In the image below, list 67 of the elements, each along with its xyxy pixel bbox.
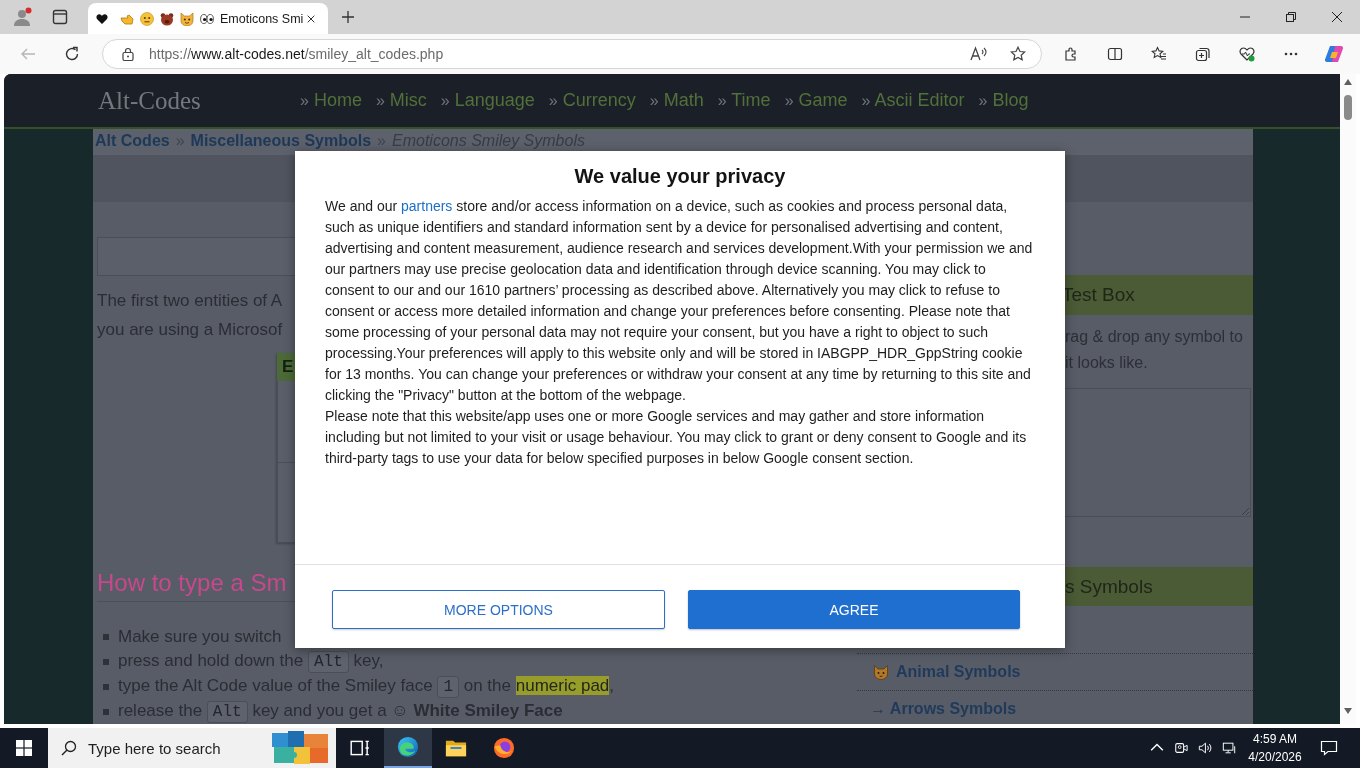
nav-link[interactable]: » Language xyxy=(440,90,535,111)
site-logo[interactable]: Alt-Codes xyxy=(98,86,201,115)
taskbar-app[interactable] xyxy=(384,728,432,768)
puzzle-pieces-icon xyxy=(270,730,330,766)
browser-icon xyxy=(493,737,515,759)
more-options-button[interactable]: MORE OPTIONS xyxy=(332,590,665,629)
highlighted-link[interactable]: numeric pad xyxy=(515,676,610,695)
scroll-down-icon[interactable] xyxy=(1344,708,1352,714)
new-tab-icon[interactable] xyxy=(341,10,355,24)
eyes-icon xyxy=(200,11,214,26)
partners-link[interactable]: partners xyxy=(401,198,453,214)
nav-link[interactable]: » Blog xyxy=(978,90,1029,111)
heart-icon xyxy=(96,12,108,25)
consent-paragraph: We and our partners store and/or access information on a device, such as cookies and process personal data, such as unique identifiers and standard information sent by a device for personalised advertising and content, advertising and content measurement, audience research and services development.With your permission we and our partners may use precise geolocation data and identification through device scanning. You may click to consent to our and our 1610 partners’ processing as described above. Alternatively you may click to refuse to consent or access more detailed information and change your preferences before consenting. Please note that some processing of your personal data may not require your consent, but you have a right to object to such processing.Your preferences will apply to this website only and will be stored in IABGPP_HDR_GppString cookie for 13 months. You can change your preferences or withdraw your consent at any time by returning to this site and clicking the "Privacy" button at the bottom of the webpage. xyxy=(325,197,1034,405)
bullet-icon xyxy=(103,708,109,715)
address-field[interactable]: https://www.alt-codes.net/smiley_alt_codes.php xyxy=(102,39,1042,69)
nav-link[interactable]: » Time xyxy=(717,90,771,111)
favorites-icon[interactable] xyxy=(1151,46,1167,62)
nav-link[interactable]: » Home xyxy=(300,90,362,111)
agree-button[interactable]: AGREE xyxy=(688,590,1020,629)
restore-icon xyxy=(1286,12,1296,22)
bullet-icon xyxy=(103,683,109,690)
close-icon xyxy=(1332,12,1342,22)
lock-icon[interactable] xyxy=(122,47,134,61)
breadcrumb-link[interactable]: Miscellaneous Symbols xyxy=(190,132,372,149)
breadcrumb-separator: » xyxy=(175,132,185,149)
section-heading: How to type a Sm xyxy=(97,568,287,598)
puzzle-piece-icon[interactable] xyxy=(1063,46,1079,62)
bullet-icon xyxy=(103,633,109,640)
nav-link[interactable]: » Misc xyxy=(375,90,427,111)
refresh-icon[interactable] xyxy=(64,46,80,62)
window-icon[interactable] xyxy=(52,9,68,25)
assistant-logo-icon[interactable] xyxy=(1324,44,1344,64)
cat-face-icon xyxy=(873,664,889,680)
bullet-icon xyxy=(103,658,109,665)
scroll-up-icon[interactable] xyxy=(1344,79,1352,85)
browser-tab[interactable]: Emoticons Smi xyxy=(88,3,328,34)
breadcrumb-link[interactable]: Alt Codes xyxy=(95,132,170,149)
notification-icon[interactable] xyxy=(1320,739,1338,757)
collections-icon[interactable] xyxy=(1195,46,1211,62)
camera-icon[interactable] xyxy=(1174,741,1188,755)
clock-button[interactable]: 4:59 AM 4/20/2026 xyxy=(1244,728,1306,768)
breadcrumb-separator: » xyxy=(377,132,386,149)
browser-icon xyxy=(397,736,419,758)
close-icon[interactable] xyxy=(306,13,316,24)
four-squares-icon[interactable] xyxy=(16,740,32,756)
split-screen-icon[interactable] xyxy=(1107,46,1123,62)
consent-paragraph: Please note that this website/app uses one or more Google services and may gather and store information including but not limited to your visit or usage behaviour. You may click to grant or deny consent to Google and its third-party tags to use your data for below specified purposes in below Google consent section. xyxy=(325,407,1028,468)
nav-link[interactable]: » Ascii Editor xyxy=(861,90,965,111)
search-icon xyxy=(61,740,77,756)
tab-title: Emoticons Smi xyxy=(220,11,304,26)
nav-link[interactable]: » Game xyxy=(784,90,848,111)
nav-link[interactable]: » Math xyxy=(649,90,704,111)
heart-pulse-icon[interactable] xyxy=(1239,46,1255,62)
dialog-title: We value your privacy xyxy=(573,164,787,188)
bear-icon xyxy=(160,11,174,26)
scrollbar-thumb[interactable] xyxy=(1344,95,1352,120)
volume-icon[interactable] xyxy=(1198,741,1212,755)
network-icon[interactable] xyxy=(1222,741,1236,755)
nav-link[interactable]: » Currency xyxy=(548,90,636,111)
url-text: https://www.alt-codes.net/smiley_alt_codes.php xyxy=(149,46,444,62)
profile-icon[interactable] xyxy=(12,7,32,27)
cat-face-icon xyxy=(180,11,194,26)
read-aloud-icon[interactable] xyxy=(970,46,988,62)
resize-grip-icon[interactable] xyxy=(1241,507,1249,515)
star-icon[interactable] xyxy=(1010,46,1026,62)
face-icon xyxy=(140,11,154,26)
